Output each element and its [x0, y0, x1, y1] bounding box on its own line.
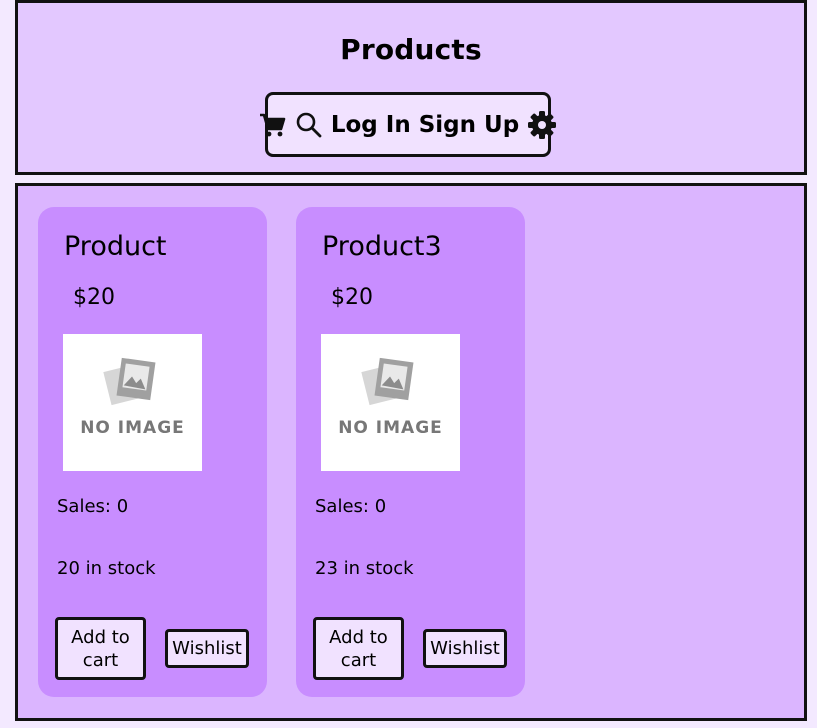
- no-image-label: NO IMAGE: [80, 418, 185, 438]
- gear-icon[interactable]: [527, 110, 557, 140]
- login-link[interactable]: Log In: [331, 112, 411, 138]
- product-sales: Sales: 0: [315, 496, 387, 517]
- product-name: Product3: [322, 231, 442, 262]
- product-card: Product $20 NO IMAGE Sales: 0 20 in stoc…: [38, 207, 267, 697]
- wishlist-button[interactable]: Wishlist: [165, 629, 249, 668]
- image-placeholder-icon: [361, 357, 414, 406]
- product-stock: 20 in stock: [57, 558, 156, 579]
- product-image: NO IMAGE: [63, 334, 202, 471]
- add-to-cart-button[interactable]: Add to cart: [55, 617, 146, 680]
- product-sales: Sales: 0: [57, 496, 129, 517]
- page-title: Products: [340, 33, 482, 66]
- search-icon[interactable]: [295, 111, 323, 139]
- header: Products Log In Sign Up: [15, 0, 807, 175]
- navbar: Log In Sign Up: [259, 92, 557, 157]
- product-image: NO IMAGE: [321, 334, 460, 471]
- product-stock: 23 in stock: [315, 558, 414, 579]
- wishlist-button[interactable]: Wishlist: [423, 629, 507, 668]
- signup-link[interactable]: Sign Up: [419, 112, 519, 138]
- no-image-label: NO IMAGE: [338, 418, 443, 438]
- add-to-cart-button[interactable]: Add to cart: [313, 617, 404, 680]
- product-price: $20: [331, 285, 373, 310]
- product-price: $20: [73, 285, 115, 310]
- cart-icon[interactable]: [259, 112, 287, 138]
- product-card: Product3 $20 NO IMAGE Sales: 0 23 in sto…: [296, 207, 525, 697]
- product-name: Product: [64, 231, 167, 262]
- product-grid: Product $20 NO IMAGE Sales: 0 20 in stoc…: [15, 183, 807, 721]
- image-placeholder-icon: [103, 357, 156, 406]
